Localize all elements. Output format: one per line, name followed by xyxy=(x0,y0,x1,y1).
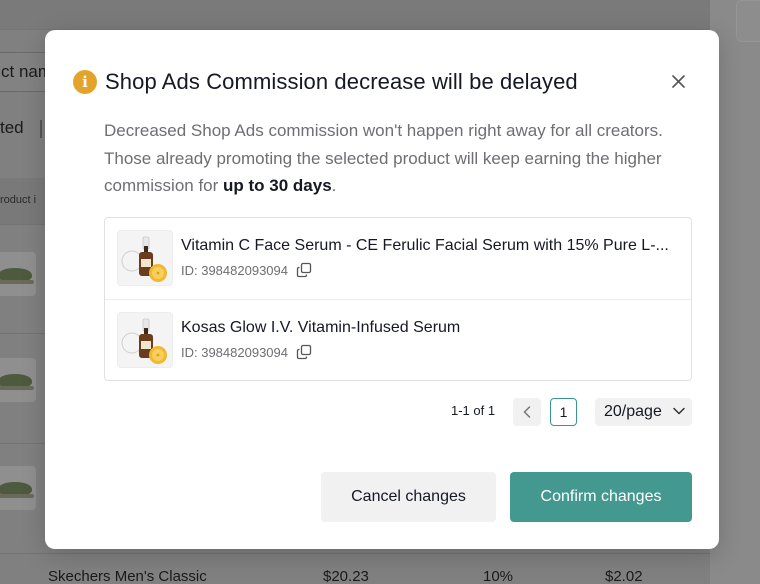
product-id-row: ID: 398482093094 xyxy=(181,344,312,360)
background-topbar xyxy=(0,0,710,30)
dialog-title: Shop Ads Commission decrease will be del… xyxy=(105,69,578,94)
list-item: Vitamin C Face Serum - CE Ferulic Facial… xyxy=(105,218,691,299)
product-id-row: ID: 398482093094 xyxy=(181,262,312,278)
list-item: Kosas Glow I.V. Vitamin-Infused Serum ID… xyxy=(105,299,691,380)
background-product-name: Skechers Men's Classic xyxy=(48,568,207,584)
page-size-value: 20/page xyxy=(604,403,662,420)
product-id: ID: 398482093094 xyxy=(181,262,288,278)
background-selected-label: ted xyxy=(0,118,24,137)
product-image xyxy=(117,230,173,286)
description-emphasis: up to 30 days xyxy=(223,176,332,195)
background-product-price: $20.23 xyxy=(323,568,369,584)
copy-icon[interactable] xyxy=(296,344,312,360)
background-product-earnings: $2.02 xyxy=(605,568,643,584)
page-number-button[interactable]: 1 xyxy=(550,398,577,426)
background-divider xyxy=(40,120,42,138)
description-text: Decreased Shop Ads commission won't happ… xyxy=(104,121,663,195)
background-side-box xyxy=(736,0,760,42)
info-icon: i xyxy=(73,70,97,94)
chevron-left-icon xyxy=(523,406,531,418)
dialog-header: i Shop Ads Commission decrease will be d… xyxy=(73,68,578,96)
product-image xyxy=(117,312,173,368)
previous-page-button[interactable] xyxy=(513,398,541,426)
confirm-changes-button[interactable]: Confirm changes xyxy=(510,472,692,522)
dialog-description: Decreased Shop Ads commission won't happ… xyxy=(104,117,674,200)
close-button[interactable] xyxy=(667,70,689,92)
page-size-select[interactable]: 20/page xyxy=(595,398,692,426)
description-suffix: . xyxy=(331,176,337,195)
chevron-down-icon xyxy=(673,407,685,415)
product-id: ID: 398482093094 xyxy=(181,344,288,360)
background-row-divider xyxy=(0,553,710,554)
background-product-commission: 10% xyxy=(483,568,514,584)
background-column-header: roduct i xyxy=(0,194,37,206)
pagination-range: 1-1 of 1 xyxy=(451,403,496,418)
copy-icon[interactable] xyxy=(296,262,312,278)
product-list: Vitamin C Face Serum - CE Ferulic Facial… xyxy=(104,217,692,381)
product-name: Kosas Glow I.V. Vitamin-Infused Serum xyxy=(181,319,461,336)
background-product-image xyxy=(0,252,36,296)
commission-delay-dialog: i Shop Ads Commission decrease will be d… xyxy=(45,30,719,549)
background-product-image xyxy=(0,358,36,402)
cancel-changes-button[interactable]: Cancel changes xyxy=(321,472,496,522)
close-icon xyxy=(671,74,685,88)
background-product-image xyxy=(0,466,36,510)
product-name: Vitamin C Face Serum - CE Ferulic Facial… xyxy=(181,237,669,254)
